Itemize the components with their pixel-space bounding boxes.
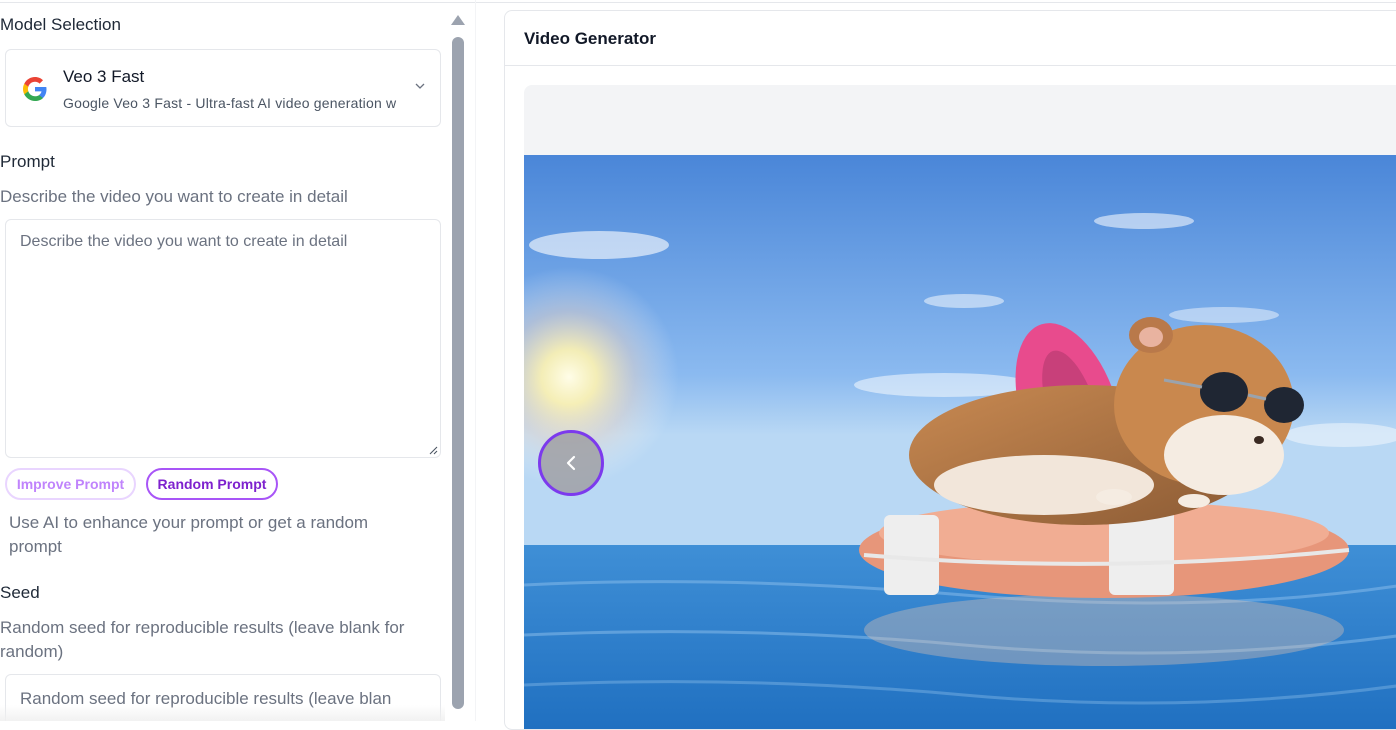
panel-divider — [475, 0, 476, 721]
preview-image — [524, 155, 1396, 729]
settings-panel: Model Selection Veo 3 Fast Google Veo 3 … — [0, 0, 445, 721]
model-description: Google Veo 3 Fast - Ultra-fast AI video … — [63, 95, 397, 111]
random-prompt-button[interactable]: Random Prompt — [146, 468, 278, 500]
scroll-fade — [0, 705, 445, 721]
hamster-float-image — [524, 155, 1396, 729]
scrollbar-thumb[interactable] — [452, 37, 464, 709]
scroll-up-arrow-icon[interactable] — [451, 15, 465, 25]
prompt-placeholder: Describe the video you want to create in… — [20, 233, 348, 250]
chevron-down-icon — [415, 83, 425, 89]
prompt-buttons-help-text: Use AI to enhance your prompt or get a r… — [9, 513, 369, 556]
model-name: Veo 3 Fast — [63, 67, 145, 86]
prompt-help-text: Describe the video you want to create in… — [0, 187, 348, 206]
preview-header-area — [524, 85, 1396, 155]
chevron-left-icon — [566, 455, 576, 471]
seed-help-text: Random seed for reproducible results (le… — [0, 618, 405, 661]
model-selection-label: Model Selection — [0, 15, 121, 34]
model-select-dropdown[interactable]: Veo 3 Fast Google Veo 3 Fast - Ultra-fas… — [5, 49, 441, 127]
prompt-textarea[interactable]: Describe the video you want to create in… — [5, 219, 441, 458]
previous-slide-button[interactable] — [538, 430, 604, 496]
prompt-label: Prompt — [0, 152, 55, 171]
header-divider — [505, 65, 1396, 66]
improve-prompt-button[interactable]: Improve Prompt — [5, 468, 136, 500]
resize-grip-icon[interactable] — [428, 445, 438, 455]
panel-title: Video Generator — [524, 29, 656, 48]
google-logo-icon — [23, 77, 47, 101]
seed-label: Seed — [0, 583, 40, 602]
video-generator-panel: Video Generator — [504, 10, 1396, 730]
